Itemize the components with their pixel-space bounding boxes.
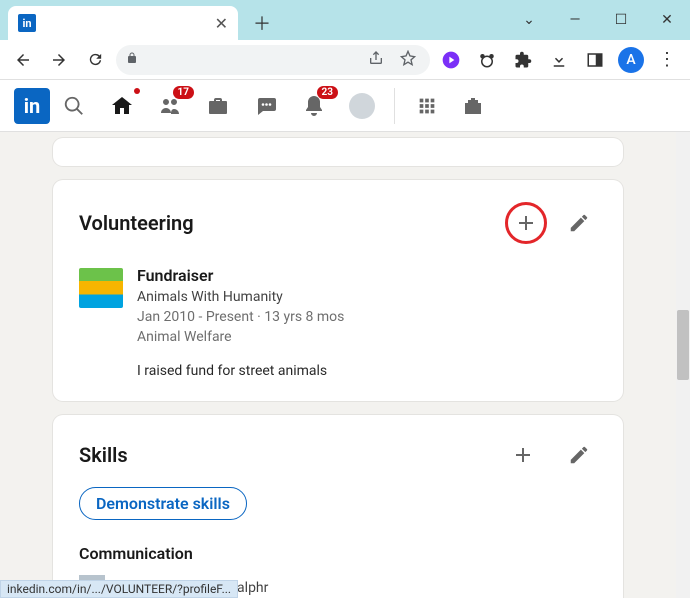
add-skill-button[interactable]: [505, 437, 541, 473]
lock-icon: [126, 51, 138, 68]
close-window-button[interactable]: ✕: [644, 0, 690, 40]
browser-tab[interactable]: in ✕: [8, 6, 238, 40]
skill-name: Communication: [79, 544, 597, 563]
profile-content: Volunteering Fundraiser Animals With Hum…: [0, 132, 676, 598]
skills-title: Skills: [79, 443, 128, 467]
scrollbar-thumb[interactable]: [677, 310, 689, 380]
org-logo: [79, 268, 123, 308]
forward-button[interactable]: [44, 45, 74, 75]
notifications-badge: 23: [317, 86, 338, 99]
back-button[interactable]: [8, 45, 38, 75]
browser-titlebar: in ✕ ＋ ⌄ — ☐ ✕: [0, 0, 690, 40]
linkedin-logo[interactable]: in: [14, 88, 50, 124]
linkedin-navbar: in 17 23: [0, 80, 690, 132]
volunteering-org: Animals With Humanity: [137, 289, 344, 305]
search-icon[interactable]: [60, 92, 88, 120]
network-badge: 17: [173, 86, 194, 99]
browser-menu-button[interactable]: ⋮: [652, 45, 682, 75]
extension-play-icon[interactable]: [436, 45, 466, 75]
profile-avatar[interactable]: A: [616, 45, 646, 75]
volunteering-cause: Animal Welfare: [137, 329, 344, 345]
volunteering-role: Fundraiser: [137, 266, 344, 285]
nav-notifications-icon[interactable]: 23: [300, 92, 328, 120]
status-bar: inkedin.com/in/.../VOLUNTEER/?profileF..…: [0, 580, 238, 598]
bookmark-star-icon[interactable]: [396, 50, 420, 70]
nav-messaging-icon[interactable]: [252, 92, 280, 120]
volunteering-desc: I raised fund for street animals: [137, 363, 344, 379]
skills-card: Skills Demonstrate skills Communication …: [53, 415, 623, 598]
add-volunteering-button[interactable]: [505, 202, 547, 244]
volunteering-dates: Jan 2010 - Present · 13 yrs 8 mos: [137, 309, 344, 325]
page-viewport: in 17 23: [0, 80, 690, 598]
linkedin-favicon: in: [18, 14, 36, 32]
volunteering-card: Volunteering Fundraiser Animals With Hum…: [53, 180, 623, 401]
edit-skills-button[interactable]: [561, 437, 597, 473]
nav-separator: [394, 88, 395, 124]
nav-network-icon[interactable]: 17: [156, 92, 184, 120]
home-badge: [134, 88, 140, 94]
maximize-button[interactable]: ☐: [598, 0, 644, 40]
address-bar[interactable]: [116, 45, 430, 75]
previous-section-card: [53, 138, 623, 166]
reload-button[interactable]: [80, 45, 110, 75]
chevron-down-icon[interactable]: ⌄: [506, 0, 552, 40]
demonstrate-skills-button[interactable]: Demonstrate skills: [79, 487, 247, 520]
close-tab-icon[interactable]: ✕: [215, 14, 228, 33]
nav-me-avatar[interactable]: [348, 92, 376, 120]
volunteering-title: Volunteering: [79, 211, 194, 235]
edit-volunteering-button[interactable]: [561, 205, 597, 241]
extension-panda-icon[interactable]: [472, 45, 502, 75]
vertical-scrollbar[interactable]: [676, 80, 690, 598]
new-tab-button[interactable]: ＋: [248, 9, 276, 37]
downloads-icon[interactable]: [544, 45, 574, 75]
nav-home-icon[interactable]: [108, 92, 136, 120]
share-icon[interactable]: [364, 50, 388, 70]
extensions-puzzle-icon[interactable]: [508, 45, 538, 75]
sidepanel-icon[interactable]: [580, 45, 610, 75]
minimize-button[interactable]: —: [552, 0, 598, 40]
nav-jobs-icon[interactable]: [204, 92, 232, 120]
window-controls: ⌄ — ☐ ✕: [506, 0, 690, 40]
volunteering-entry: Fundraiser Animals With Humanity Jan 201…: [79, 266, 597, 379]
nav-advertise-icon[interactable]: [459, 92, 487, 120]
nav-work-grid-icon[interactable]: [413, 92, 441, 120]
browser-toolbar: A ⋮: [0, 40, 690, 80]
